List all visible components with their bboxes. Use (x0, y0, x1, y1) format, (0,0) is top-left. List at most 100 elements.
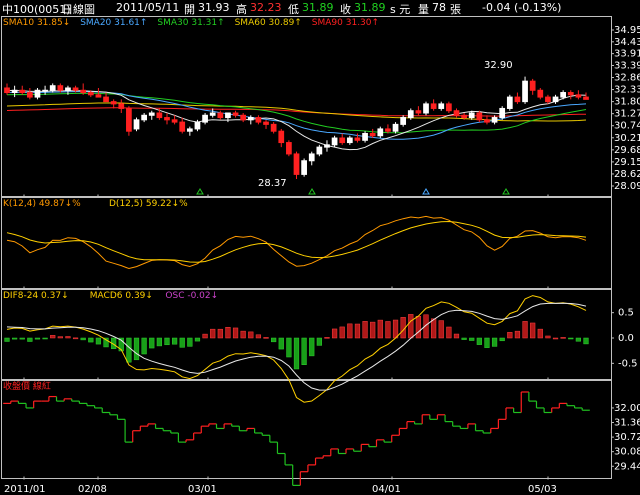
candle-body (4, 87, 10, 94)
osc-bar-up (446, 326, 452, 339)
candle (19, 85, 26, 95)
price-tick-label: 34.95 (614, 25, 640, 36)
candle-body (171, 119, 178, 123)
candle-body (217, 112, 224, 119)
candle-body (164, 117, 170, 121)
candle-body (57, 85, 64, 91)
osc-bar-down (187, 337, 193, 347)
candle (179, 117, 186, 134)
candle (537, 87, 544, 100)
candle-body (575, 94, 582, 98)
osc-bar-up (339, 326, 345, 339)
candle-body (141, 114, 147, 121)
candle-body (270, 123, 277, 132)
legend-item: SMA30 31.31↑ (157, 18, 224, 28)
osc-bar-up (225, 326, 231, 339)
kd-legend: K(12,4) 49.87↓% D(12,5) 59.22↓% (3, 199, 188, 209)
candle (506, 94, 513, 111)
legend-item: OSC -0.02↓ (165, 291, 218, 301)
osc-bar-up (385, 321, 391, 339)
osc-bar-up (210, 328, 216, 339)
legend-item: MACD6 0.39↓ (90, 291, 153, 301)
price-tick-label: 31.27 (614, 109, 640, 120)
candle (293, 151, 300, 179)
candle-body (263, 121, 269, 125)
close-tick-label: 31.36 (614, 418, 640, 429)
osc-bar-up (57, 336, 63, 339)
candle (118, 99, 125, 114)
price-y-axis: 34.9534.4333.9133.39 32.8632.3331.8031.27… (611, 25, 640, 192)
bottom-markers (196, 188, 510, 195)
candle-body (468, 112, 475, 119)
high-annotation: 32.90 (484, 60, 513, 71)
candle-body (118, 103, 125, 109)
candle-body (278, 130, 285, 144)
osc-bar-up (545, 335, 551, 339)
candle (301, 158, 307, 177)
candle (583, 92, 589, 100)
osc-bars (4, 314, 589, 370)
candle-body (377, 128, 384, 137)
candle (110, 99, 117, 109)
low-annotation: 28.37 (258, 178, 287, 189)
candle-body (232, 112, 239, 116)
candle (567, 90, 574, 100)
legend-item: SMA20 31.61↑ (80, 18, 147, 28)
candle-body (346, 137, 353, 144)
candle-body (331, 137, 338, 146)
candle (4, 83, 10, 95)
candle (552, 94, 559, 104)
legend-item: 收盤價 線紅 (3, 380, 51, 392)
candle-body (194, 121, 201, 130)
chart-canvas: SMA10 31.85↓ SMA20 31.61↑ SMA30 31.31↑ SMA6… (1, 16, 640, 495)
osc-bar-down (583, 337, 589, 345)
osc-bar-down (309, 337, 315, 357)
price-tick-label: 32.86 (614, 73, 640, 84)
candle-body (225, 112, 231, 119)
osc-bar-up (408, 314, 414, 339)
price-tick-label: 33.39 (614, 60, 640, 71)
osc-bar-down (164, 337, 170, 346)
candle (491, 115, 498, 125)
candle (316, 144, 323, 157)
candle-body (156, 112, 163, 119)
candle (415, 106, 422, 116)
osc-bar-down (194, 337, 201, 342)
candle-body (339, 137, 346, 144)
candle (126, 106, 132, 136)
candle (331, 135, 338, 148)
osc-bar-up (530, 322, 536, 339)
candle (209, 108, 216, 118)
candle (476, 110, 483, 123)
osc-bar-down (271, 337, 277, 343)
osc-bar-down (133, 337, 140, 361)
candle-body (42, 89, 48, 92)
osc-bar-down (179, 337, 185, 348)
candle-body (400, 117, 407, 125)
candle-body (34, 89, 41, 98)
price-tick-label: 28.62 (614, 169, 640, 180)
candle-body (484, 119, 490, 123)
osc-bar-down (278, 337, 284, 350)
price-tick-label: 30.21 (614, 133, 640, 144)
candle (324, 140, 330, 152)
candle-body (446, 103, 452, 112)
candle-body (87, 92, 94, 96)
candle (240, 113, 247, 123)
osc-bar-up (248, 331, 254, 339)
osc-bar-up (255, 334, 262, 339)
macd-tick-label: -0.5 (618, 358, 638, 369)
candle-body (415, 110, 422, 114)
legend-item: SMA60 30.89↑ (235, 18, 302, 28)
price-tick-label: 28.09 (614, 181, 640, 192)
candle (141, 113, 147, 123)
candle-body (453, 110, 460, 116)
candle (484, 115, 490, 125)
osc-bar-up (507, 332, 513, 339)
candle-body (49, 85, 56, 91)
candle-body (255, 117, 262, 123)
close-tick-label: 29.44 (614, 461, 640, 472)
candle (522, 76, 528, 104)
candle-body (19, 89, 26, 94)
candle-body (103, 96, 109, 103)
